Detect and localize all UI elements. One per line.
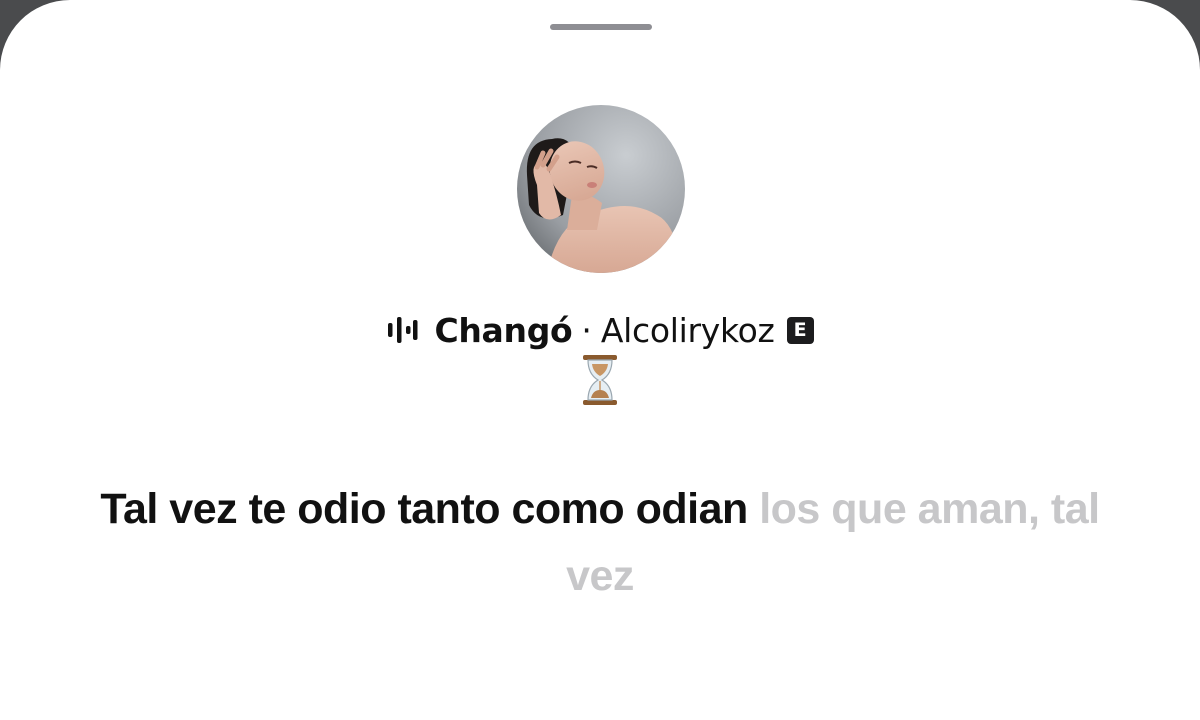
lyrics-current-line[interactable]: Tal vez te odio tanto como odian los que… — [100, 476, 1100, 610]
explicit-badge: E — [786, 316, 814, 344]
avatar[interactable] — [517, 105, 685, 273]
profile-photo — [517, 105, 685, 273]
audio-waveform-icon — [388, 317, 418, 343]
hourglass-icon — [583, 355, 617, 405]
now-playing-track-info[interactable]: Changó · Alcolirykoz E — [0, 306, 1200, 354]
song-title: Changó — [434, 310, 573, 350]
bottom-sheet: Changó · Alcolirykoz E Tal vez te odio t… — [0, 0, 1200, 720]
artist-name[interactable]: Alcolirykoz — [601, 311, 775, 350]
title-separator: · — [581, 310, 592, 350]
lyrics-sung-part: Tal vez te odio tanto como odian — [100, 485, 748, 533]
sheet-grabber-handle[interactable] — [550, 24, 652, 30]
